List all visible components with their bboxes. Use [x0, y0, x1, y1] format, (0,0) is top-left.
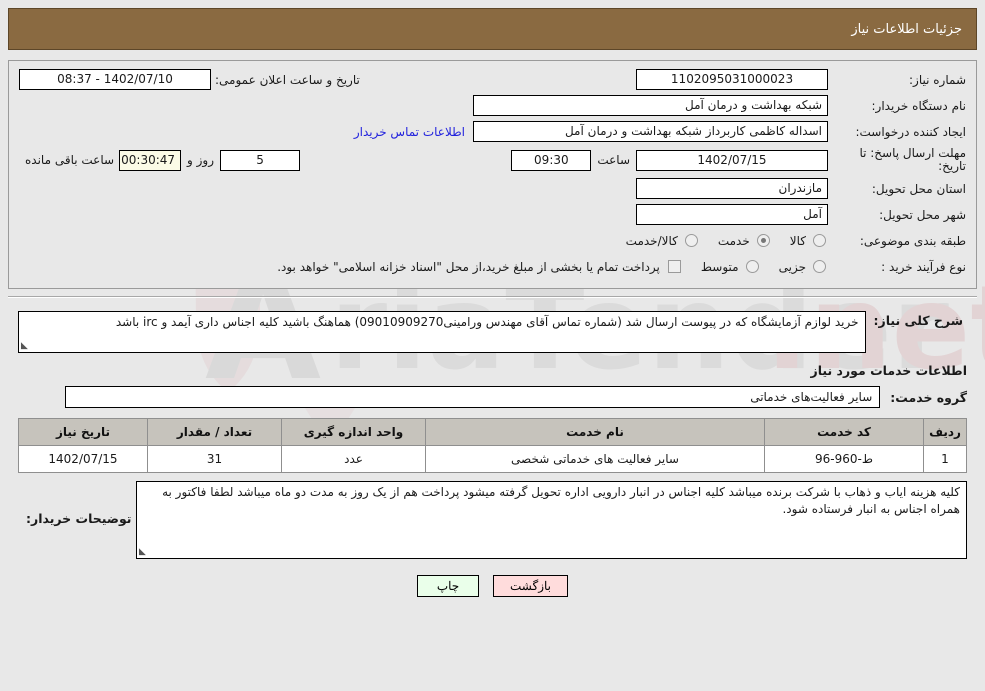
deadline-date-value: 1402/07/15: [636, 149, 828, 171]
row-organization: نام دستگاه خریدار: شبکه بهداشت و درمان آ…: [19, 95, 966, 116]
col-header-unit: واحد اندازه گیری: [281, 418, 426, 446]
row-description: شرح کلی نیاز: خرید لوازم آزمایشگاه که در…: [18, 311, 967, 353]
radio-process-jozei-label: جزیی: [778, 259, 806, 274]
category-label: طبقه بندی موضوعی:: [859, 233, 966, 248]
description-section: شرح کلی نیاز: خرید لوازم آزمایشگاه که در…: [8, 307, 977, 607]
button-bar: بازگشت چاپ: [18, 575, 967, 607]
row-city: شهر محل تحویل: آمل: [19, 204, 966, 225]
radio-category-kala-label: کالا: [789, 233, 806, 248]
row-buyer-notes: توضیحات خریدار: کلیه هزینه ایاب و ذهاب ب…: [18, 481, 967, 559]
radio-category-kala[interactable]: [813, 234, 826, 247]
cell-radif: 1: [923, 445, 967, 473]
need-number-value: 1102095031000023: [636, 69, 828, 90]
resize-grip-icon[interactable]: ◢: [21, 341, 31, 351]
category-radio-group: کالا خدمت کالا/خدمت: [608, 234, 828, 248]
deadline-time-value: 09:30: [511, 149, 592, 171]
row-need-number: شماره نیاز: 1102095031000023 تاریخ و ساع…: [19, 69, 966, 90]
creator-label: ایجاد کننده درخواست:: [855, 124, 966, 139]
city-label: شهر محل تحویل:: [879, 207, 966, 222]
page-header: جزئیات اطلاعات نیاز: [8, 8, 977, 50]
cell-qty: 31: [147, 445, 282, 473]
col-header-qty: تعداد / مقدار: [147, 418, 282, 446]
table-row: 1 ط-960-96 سایر فعالیت های خدماتی شخصی ع…: [18, 445, 967, 473]
table-header-row: ردیف کد خدمت نام خدمت واحد اندازه گیری ت…: [18, 418, 967, 446]
process-type-label: نوع فرآیند خرید :: [881, 259, 966, 274]
radio-category-kala-khedmat[interactable]: [684, 234, 698, 247]
creator-value: اسداله کاظمی کاربرداز شبکه بهداشت و درما…: [473, 121, 828, 142]
buyer-notes-text: کلیه هزینه ایاب و ذهاب با شرکت برنده میب…: [162, 485, 960, 516]
announce-datetime-label: تاریخ و ساعت اعلان عمومی:: [215, 72, 360, 87]
need-number-label: شماره نیاز:: [909, 72, 966, 87]
deadline-label: مهلت ارسال پاسخ: تا تاریخ:: [859, 146, 966, 173]
city-value: آمل: [636, 204, 828, 225]
province-label: استان محل تحویل:: [871, 181, 966, 196]
row-province: استان محل تحویل: مازندران: [19, 178, 966, 199]
row-creator: ایجاد کننده درخواست: اسداله کاظمی کاربرد…: [19, 121, 966, 142]
organization-label: نام دستگاه خریدار:: [871, 98, 967, 113]
services-section-heading: اطلاعات خدمات مورد نیاز: [810, 363, 968, 378]
description-label: شرح کلی نیاز:: [873, 313, 963, 328]
treasury-docs-label: پرداخت تمام یا بخشی از مبلغ خرید،از محل …: [277, 259, 660, 274]
print-button[interactable]: چاپ: [417, 575, 479, 597]
deadline-hour-label: ساعت: [597, 153, 630, 167]
need-info-panel: شماره نیاز: 1102095031000023 تاریخ و ساع…: [8, 60, 977, 289]
service-group-label: گروه خدمت:: [890, 389, 967, 405]
description-value: خرید لوازم آزمایشگاه که در پیوست ارسال ش…: [18, 311, 866, 353]
row-deadline: مهلت ارسال پاسخ: تا تاریخ: 1402/07/15 سا…: [19, 147, 966, 173]
col-header-date: تاریخ نیاز: [18, 418, 148, 446]
radio-process-motevaset[interactable]: [745, 260, 759, 273]
remaining-days-value: 5: [220, 149, 301, 171]
description-text: خرید لوازم آزمایشگاه که در پیوست ارسال ش…: [115, 315, 859, 329]
radio-category-khedmat[interactable]: [756, 234, 770, 247]
service-group-value: سایر فعالیت‌های خدماتی: [65, 386, 881, 408]
treasury-docs-checkbox[interactable]: [667, 260, 681, 273]
col-header-name: نام خدمت: [425, 418, 765, 446]
col-header-code: کد خدمت: [764, 418, 924, 446]
announce-datetime-value: 1402/07/10 - 08:37: [19, 69, 211, 90]
buyer-notes-label: توضیحات خریدار:: [26, 511, 132, 526]
buyer-notes-value: کلیه هزینه ایاب و ذهاب با شرکت برنده میب…: [135, 481, 967, 559]
row-process-type: نوع فرآیند خرید : جزیی متوسط پرداخت تمام…: [19, 256, 966, 277]
remaining-days-label: روز و: [187, 153, 215, 167]
service-items-table: ردیف کد خدمت نام خدمت واحد اندازه گیری ت…: [18, 418, 967, 473]
cell-unit: عدد: [281, 445, 426, 473]
buyer-contact-link[interactable]: اطلاعات تماس خریدار: [346, 125, 473, 139]
remaining-timer-value: 00:30:47: [119, 149, 182, 171]
province-value: مازندران: [636, 178, 828, 199]
radio-process-jozei[interactable]: [813, 260, 826, 273]
row-service-group: گروه خدمت: سایر فعالیت‌های خدماتی: [18, 386, 967, 408]
organization-value: شبکه بهداشت و درمان آمل: [473, 95, 828, 116]
resize-grip-icon-notes[interactable]: ◢: [139, 547, 149, 557]
cell-name: سایر فعالیت های خدماتی شخصی: [425, 445, 765, 473]
cell-code: ط-960-96: [764, 445, 924, 473]
radio-category-khedmat-label: خدمت: [717, 233, 750, 248]
cell-date: 1402/07/15: [18, 445, 148, 473]
remaining-timer-label: ساعت باقی مانده: [25, 153, 115, 167]
page-root: جزئیات اطلاعات نیاز شماره نیاز: 11020950…: [0, 0, 985, 607]
row-category: طبقه بندی موضوعی: کالا خدمت کالا/خدمت: [19, 230, 966, 251]
radio-category-kala-khedmat-label: کالا/خدمت: [625, 233, 678, 248]
radio-process-motevaset-label: متوسط: [700, 259, 739, 274]
process-radio-group: جزیی متوسط: [683, 260, 828, 274]
col-header-radif: ردیف: [923, 418, 967, 446]
back-button[interactable]: بازگشت: [493, 575, 568, 597]
page-title: جزئیات اطلاعات نیاز: [851, 22, 962, 37]
section-divider: [8, 296, 977, 298]
